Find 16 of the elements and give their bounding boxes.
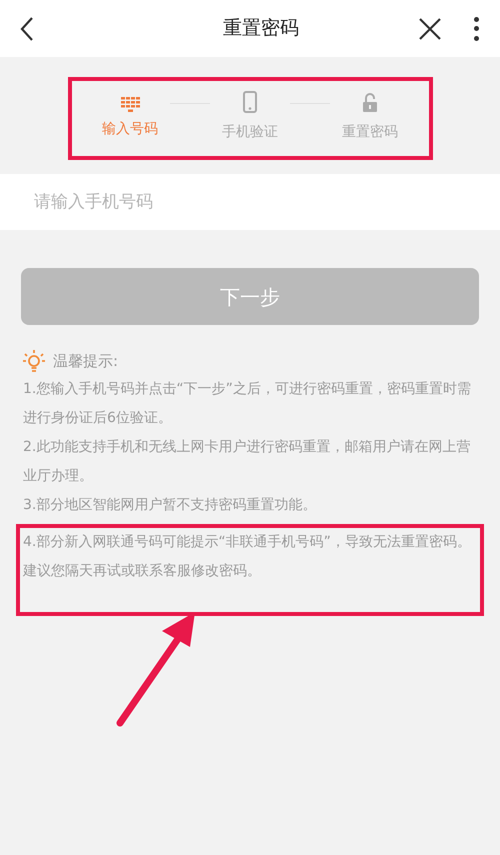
phone-input[interactable]: 请输入手机号码 <box>0 174 500 230</box>
tip-text: 4.部分新入网联通号码可能提示“非联通手机号码”，导致无法重置密码。建议您隔天再试或联系客服修改密码。 <box>23 533 472 581</box>
step-tab[interactable]: 输入号码 <box>102 119 158 140</box>
step-tab[interactable]: 手机验证 <box>222 122 278 143</box>
step-tab[interactable]: 重置密码 <box>342 122 398 143</box>
tip-text: 3.部分地区智能网用户暂不支持密码重置功能。 <box>23 496 318 515</box>
lock-icon <box>362 93 378 113</box>
close-button[interactable] <box>418 16 442 40</box>
tip-text: 2.此功能支持手机和无线上网卡用户进行密码重置，邮箱用户请在网上营业厅办理。 <box>23 438 472 486</box>
tips-title: 温馨提示: <box>53 350 118 372</box>
phone-icon <box>243 91 257 113</box>
keypad-icon <box>120 97 140 113</box>
page-title: 重置密码 <box>223 16 299 42</box>
lightbulb-icon <box>23 349 45 373</box>
more-button[interactable] <box>472 16 480 42</box>
tip-text: 1.您输入手机号码并点击“下一步”之后，可进行密码重置，密码重置时需进行身份证后6位验证。 <box>23 380 472 428</box>
